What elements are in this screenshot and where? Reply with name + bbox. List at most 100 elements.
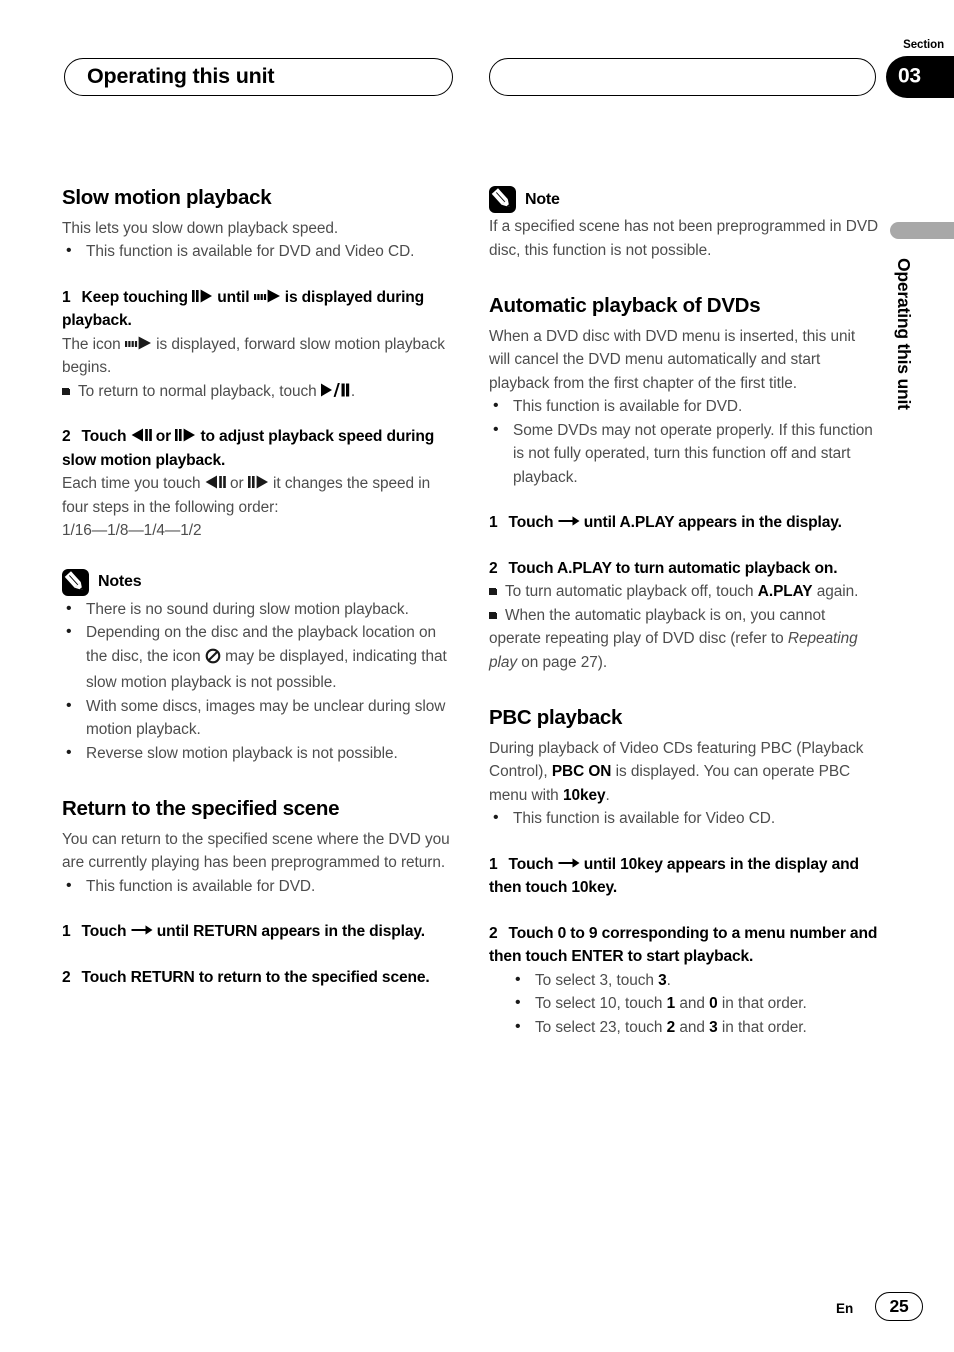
header-empty-box bbox=[489, 58, 876, 96]
auto-playback-step-1: 1 Touch until A.PLAY appears in the displ… bbox=[489, 511, 879, 535]
subnote-text: again. bbox=[816, 583, 859, 601]
list-item: To select 23, touch 2 and 3 in that orde… bbox=[489, 1015, 879, 1040]
subnote-bold: A.PLAY bbox=[757, 583, 813, 601]
slow-motion-intro: This lets you slow down playback speed. bbox=[62, 219, 339, 237]
margin-accent-bar bbox=[890, 222, 954, 239]
page-title: Operating this unit bbox=[87, 64, 275, 88]
intro-text: . bbox=[605, 786, 610, 804]
example-text: in that order. bbox=[717, 995, 807, 1013]
example-text: To select 3, touch bbox=[535, 971, 659, 989]
list-item: Some DVDs may not operate properly. If t… bbox=[489, 418, 879, 490]
step-number: 1 bbox=[489, 514, 498, 532]
pencil-note-icon bbox=[62, 568, 89, 596]
notes-header: Notes bbox=[62, 568, 452, 596]
subnote-text: To return to normal playback, touch bbox=[78, 382, 317, 400]
step-text: Touch RETURN to return to the specified … bbox=[81, 968, 430, 986]
step-text: or bbox=[155, 428, 172, 446]
slow-motion-step-1-body: The icon is displayed, forward slow moti… bbox=[62, 333, 452, 380]
slow-motion-icon bbox=[124, 336, 152, 350]
pbc-examples: To select 3, touch 3. To select 10, touc… bbox=[489, 968, 879, 1040]
page-number: 25 bbox=[889, 1295, 909, 1316]
list-item: There is no sound during slow motion pla… bbox=[62, 597, 452, 622]
return-scene-step-2: 2 Touch RETURN to return to the specified… bbox=[62, 966, 452, 990]
list-item: Depending on the disc and the playback l… bbox=[62, 620, 452, 695]
example-key: 3 bbox=[709, 1018, 718, 1036]
list-item: To select 3, touch 3. bbox=[489, 968, 879, 993]
pbc-on-label: PBC ON bbox=[551, 763, 612, 781]
heading-pbc-playback: PBC playback bbox=[489, 706, 623, 730]
step-text: Touch 0 to 9 corresponding to a menu num… bbox=[489, 924, 878, 966]
example-text: To select 10, touch bbox=[535, 995, 667, 1013]
section-tab: 03 bbox=[886, 56, 954, 98]
pbc-bullets: This function is available for Video CD. bbox=[489, 806, 879, 831]
auto-playback-step-2: 2 Touch A.PLAY to turn automatic playback… bbox=[489, 557, 879, 581]
example-key: 1 bbox=[666, 995, 676, 1013]
slow-motion-notes-list: There is no sound during slow motion pla… bbox=[62, 597, 452, 766]
left-column: Slow motion playback This lets you slow … bbox=[62, 186, 452, 989]
step-number: 2 bbox=[62, 428, 71, 446]
step-number: 1 bbox=[62, 288, 71, 306]
page-footer: En 25 bbox=[0, 1285, 954, 1345]
example-key: 0 bbox=[709, 995, 718, 1013]
list-item: With some discs, images may be unclear d… bbox=[62, 694, 452, 742]
step-text: Touch bbox=[508, 855, 554, 873]
example-text: and bbox=[675, 995, 710, 1013]
pbc-step-1: 1 Touch until 10key appears in the displa… bbox=[489, 853, 879, 900]
right-arrow-icon bbox=[131, 923, 153, 937]
list-item: Reverse slow motion playback is not poss… bbox=[62, 741, 452, 766]
right-arrow-icon bbox=[558, 856, 580, 870]
auto-playback-intro: When a DVD disc with DVD menu is inserte… bbox=[489, 327, 856, 392]
list-item: This function is available for DVD. bbox=[489, 394, 879, 419]
note-label: Note bbox=[525, 190, 560, 208]
example-text: in that order. bbox=[717, 1018, 807, 1036]
slow-motion-icon bbox=[253, 289, 281, 303]
tenkey-label: 10key bbox=[562, 786, 606, 804]
slow-motion-step-1-subnotes: To return to normal playback, touch . bbox=[62, 380, 452, 404]
step-text: Touch A.PLAY to turn automatic playback … bbox=[508, 559, 838, 577]
example-text: and bbox=[675, 1018, 710, 1036]
example-text: . bbox=[666, 971, 671, 989]
pbc-step-2: 2 Touch 0 to 9 corresponding to a menu nu… bbox=[489, 922, 879, 969]
body-text: or bbox=[229, 475, 244, 493]
language-code: En bbox=[836, 1301, 854, 1316]
example-text: To select 23, touch bbox=[535, 1018, 667, 1036]
frame-advance-icon bbox=[247, 475, 269, 489]
list-item: To return to normal playback, touch . bbox=[62, 380, 452, 404]
subnote-text: When the automatic playback is on, you c… bbox=[489, 606, 826, 648]
square-bullet-icon bbox=[62, 387, 69, 395]
list-item: This function is available for DVD and V… bbox=[62, 239, 452, 264]
step-text: Touch bbox=[508, 514, 554, 532]
prohibition-icon bbox=[205, 648, 221, 672]
slow-motion-step-1: 1 Keep touching until is displayed during… bbox=[62, 286, 452, 333]
step-text: until A.PLAY appears in the display. bbox=[583, 514, 842, 532]
frame-advance-icon bbox=[192, 289, 213, 303]
section-number: 03 bbox=[898, 64, 921, 88]
right-column: Note If a specified scene has not been p… bbox=[489, 186, 879, 1039]
list-item: When the automatic playback is on, you c… bbox=[489, 604, 879, 675]
return-scene-step-1: 1 Touch until RETURN appears in the displ… bbox=[62, 920, 452, 944]
square-bullet-icon bbox=[489, 588, 496, 596]
return-scene-bullets: This function is available for DVD. bbox=[62, 874, 452, 899]
list-item: To select 10, touch 1 and 0 in that orde… bbox=[489, 991, 879, 1016]
subnote-text: on page 27). bbox=[521, 653, 608, 671]
heading-automatic-playback-dvds: Automatic playback of DVDs bbox=[489, 294, 761, 317]
slow-motion-step-2: 2 Touch or to adjust playback speed durin… bbox=[62, 425, 452, 472]
play-pause-icon bbox=[320, 382, 351, 397]
step-text: Touch bbox=[81, 923, 127, 941]
body-text: The icon bbox=[62, 335, 121, 353]
subnote-text: . bbox=[350, 382, 356, 400]
auto-playback-subnotes: To turn automatic playback off, touch A.… bbox=[489, 580, 879, 674]
note-text: If a specified scene has not been prepro… bbox=[489, 218, 879, 259]
section-label: Section bbox=[903, 39, 944, 51]
step-text: until RETURN appears in the display. bbox=[156, 923, 425, 941]
body-text: 1/16—1/8—1/4—1/2 bbox=[62, 522, 202, 540]
header-title-box: Operating this unit bbox=[64, 58, 453, 96]
list-item: To turn automatic playback off, touch A.… bbox=[489, 580, 879, 604]
auto-playback-bullets: This function is available for DVD. Some… bbox=[489, 394, 879, 490]
list-item: This function is available for DVD. bbox=[62, 874, 452, 899]
step-text: Touch bbox=[81, 428, 127, 446]
example-key: 3 bbox=[658, 971, 667, 989]
margin-vertical-title: Operating this unit bbox=[894, 258, 914, 410]
step-number: 2 bbox=[489, 924, 498, 942]
square-bullet-icon bbox=[489, 611, 496, 619]
